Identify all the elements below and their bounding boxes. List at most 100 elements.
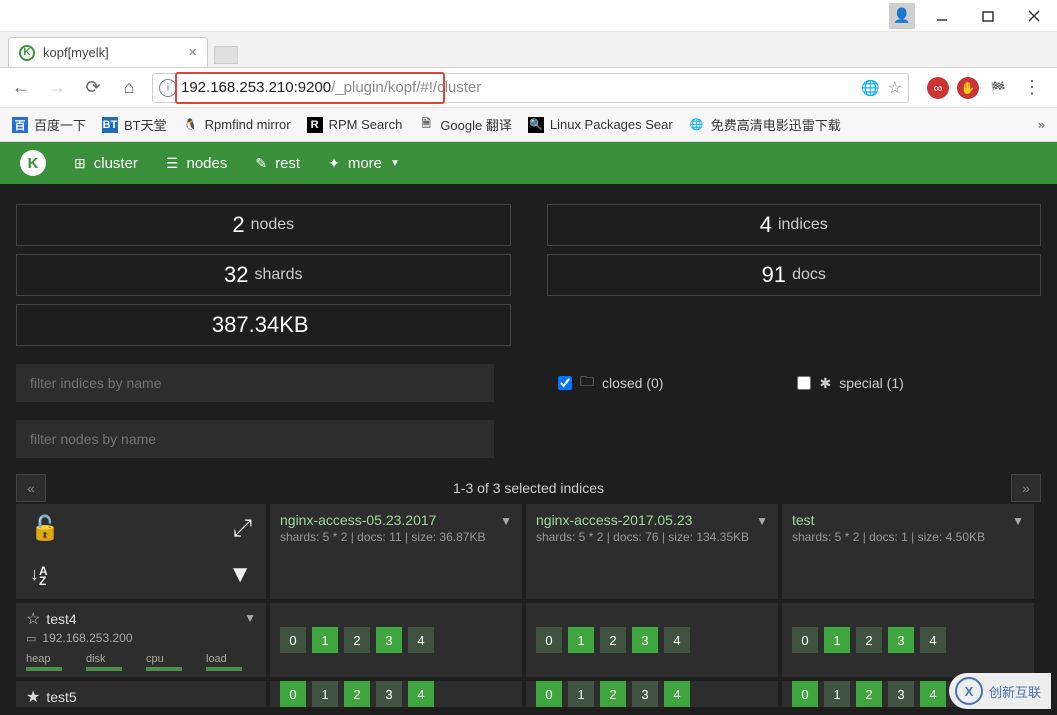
back-button[interactable]: ← — [8, 77, 34, 98]
url-hash: #!/cluster — [420, 79, 481, 96]
pager-text: 1-3 of 3 selected indices — [453, 480, 604, 496]
extension-icon-2[interactable]: ✋ — [957, 77, 979, 99]
node-cell[interactable]: ☆test4 ▭192.168.253.200 ▼ heap disk cpu … — [16, 603, 266, 677]
bookmark-item[interactable]: 百百度一下 — [12, 115, 86, 134]
shard-box[interactable]: 2 — [600, 681, 626, 707]
extension-icon-3[interactable]: 🏁 — [987, 77, 1009, 99]
shard-box[interactable]: 3 — [376, 681, 402, 707]
nav-nodes[interactable]: ☰nodes — [166, 155, 227, 172]
shard-box[interactable]: 4 — [664, 681, 690, 707]
shard-box[interactable]: 1 — [824, 627, 850, 653]
bookmark-icon: 🔍 — [528, 117, 544, 133]
index-header[interactable]: nginx-access-2017.05.23 shards: 5 * 2 | … — [526, 504, 778, 599]
forward-button[interactable]: → — [44, 77, 70, 98]
shard-box[interactable]: 4 — [920, 627, 946, 653]
bookmark-item[interactable]: 🌐免费高清电影迅雷下载 — [689, 115, 841, 134]
user-icon[interactable]: 👤 — [889, 3, 915, 29]
disk-meter — [86, 667, 122, 671]
shard-box[interactable]: 0 — [280, 627, 306, 653]
star-filled-icon: ★ — [26, 689, 40, 706]
shard-box[interactable]: 0 — [280, 681, 306, 707]
bookmark-item[interactable]: BTBT天堂 — [102, 115, 167, 134]
new-tab-button[interactable] — [214, 46, 238, 64]
kopf-logo[interactable]: K — [20, 150, 46, 176]
bookmark-item[interactable]: RRPM Search — [307, 117, 403, 133]
bookmarks-bar: 百百度一下 BTBT天堂 🐧Rpmfind mirror RRPM Search… — [0, 108, 1057, 142]
shard-box[interactable]: 2 — [856, 627, 882, 653]
shard-box[interactable]: 2 — [600, 627, 626, 653]
shard-box[interactable]: 2 — [344, 627, 370, 653]
app-navbar: K ⊞cluster ☰nodes ✎rest ✦more▼ — [0, 142, 1057, 184]
sort-dir-icon[interactable]: ▼ — [228, 561, 252, 589]
shard-box[interactable]: 0 — [792, 681, 818, 707]
window-titlebar: 👤 — [0, 0, 1057, 32]
extension-icon-1[interactable]: ∞ — [927, 77, 949, 99]
filter-nodes-input[interactable] — [16, 420, 494, 458]
shard-box[interactable]: 0 — [536, 627, 562, 653]
watermark-logo: X — [955, 677, 983, 705]
shard-box[interactable]: 4 — [920, 681, 946, 707]
stat-shards: 32shards — [16, 254, 511, 296]
tab-title: kopf[myelk] — [43, 45, 109, 60]
bookmark-icon: 百 — [12, 117, 28, 133]
nav-more[interactable]: ✦more▼ — [328, 155, 400, 172]
home-button[interactable]: ⌂ — [116, 77, 142, 98]
shard-box[interactable]: 4 — [664, 627, 690, 653]
translate-icon[interactable]: 🌐 — [861, 79, 880, 97]
bookmarks-overflow-icon[interactable]: » — [1038, 117, 1045, 132]
shard-box[interactable]: 4 — [408, 627, 434, 653]
shard-box[interactable]: 3 — [376, 627, 402, 653]
shard-box[interactable]: 1 — [312, 627, 338, 653]
chevron-down-icon[interactable]: ▼ — [500, 514, 512, 528]
unlock-icon[interactable]: 🔓 — [30, 514, 60, 543]
bookmark-item[interactable]: 🐧Rpmfind mirror — [183, 117, 291, 133]
node-cell[interactable]: ★test5 — [16, 681, 266, 707]
asterisk-icon: ✱ — [819, 375, 831, 392]
chevron-down-icon[interactable]: ▼ — [756, 514, 768, 528]
closed-checkbox[interactable]: 🗀closed (0) — [558, 371, 663, 395]
bookmark-item[interactable]: 🗎Google 翻译 — [418, 115, 512, 134]
shard-box[interactable]: 2 — [344, 681, 370, 707]
shard-box[interactable]: 0 — [536, 681, 562, 707]
bookmark-star-icon[interactable]: ☆ — [888, 78, 902, 98]
heap-meter — [26, 667, 62, 671]
shard-box[interactable]: 3 — [632, 681, 658, 707]
shard-box[interactable]: 4 — [408, 681, 434, 707]
tab-close-icon[interactable]: × — [188, 44, 197, 61]
toolbar: ← → ⟳ ⌂ i 192.168.253.210:9200/_plugin/k… — [0, 68, 1057, 108]
shard-box[interactable]: 1 — [312, 681, 338, 707]
kopf-favicon: K — [19, 45, 35, 61]
shard-box[interactable]: 1 — [568, 681, 594, 707]
shard-box[interactable]: 3 — [888, 681, 914, 707]
browser-tab[interactable]: K kopf[myelk] × — [8, 37, 208, 67]
bookmark-item[interactable]: 🔍Linux Packages Sear — [528, 117, 673, 133]
url-path: /_plugin/kopf/ — [331, 79, 420, 96]
index-header[interactable]: nginx-access-05.23.2017 shards: 5 * 2 | … — [270, 504, 522, 599]
nav-rest[interactable]: ✎rest — [255, 155, 300, 172]
shard-box[interactable]: 0 — [792, 627, 818, 653]
nav-cluster[interactable]: ⊞cluster — [74, 155, 138, 172]
shard-box[interactable]: 2 — [856, 681, 882, 707]
close-window-button[interactable] — [1011, 1, 1057, 31]
edit-icon: ✎ — [255, 155, 267, 172]
site-info-icon[interactable]: i — [159, 79, 177, 97]
address-bar[interactable]: i 192.168.253.210:9200/_plugin/kopf/#!/c… — [152, 73, 909, 103]
shard-box[interactable]: 1 — [824, 681, 850, 707]
maximize-button[interactable] — [965, 1, 1011, 31]
shard-box[interactable]: 3 — [632, 627, 658, 653]
pager-next-button[interactable]: » — [1011, 474, 1041, 502]
reload-button[interactable]: ⟳ — [80, 77, 106, 98]
sort-az-icon[interactable]: ↓AZ — [30, 564, 48, 585]
menu-icon[interactable]: ⋮ — [1023, 77, 1041, 98]
minimize-button[interactable] — [919, 1, 965, 31]
shard-box[interactable]: 1 — [568, 627, 594, 653]
filter-indices-input[interactable] — [16, 364, 494, 402]
pager-prev-button[interactable]: « — [16, 474, 46, 502]
special-checkbox[interactable]: ✱special (1) — [797, 375, 903, 392]
stat-nodes: 2nodes — [16, 204, 511, 246]
chevron-down-icon[interactable]: ▼ — [1012, 514, 1024, 528]
expand-icon[interactable]: ⤢ — [233, 515, 252, 543]
chevron-down-icon[interactable]: ▼ — [244, 611, 256, 625]
shard-box[interactable]: 3 — [888, 627, 914, 653]
index-header[interactable]: test shards: 5 * 2 | docs: 1 | size: 4.5… — [782, 504, 1034, 599]
